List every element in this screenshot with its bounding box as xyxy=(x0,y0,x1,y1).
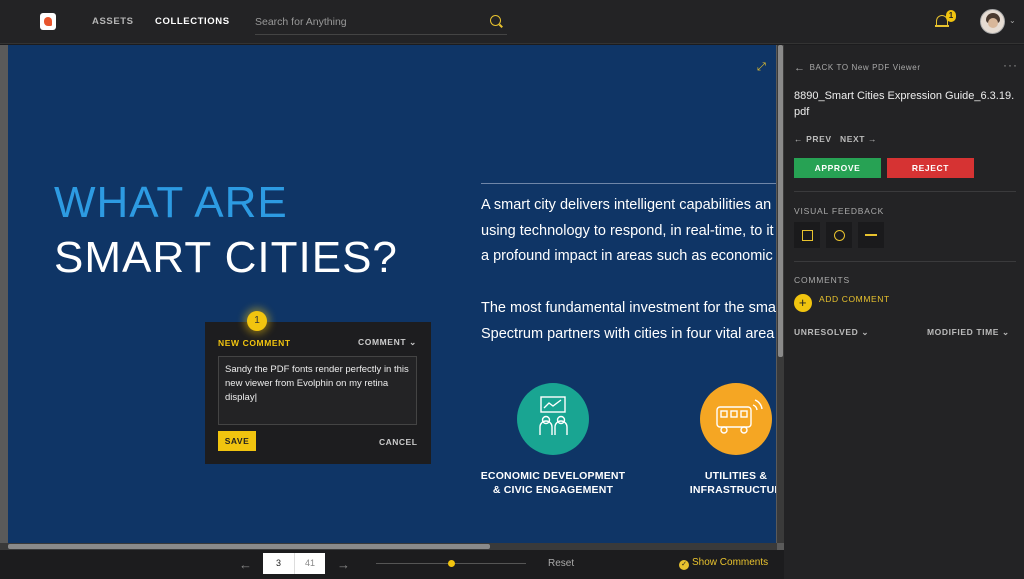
comment-type-select[interactable]: COMMENT ⌄ xyxy=(358,337,417,348)
paragraph-line: a profound impact in areas such as econo… xyxy=(481,248,773,264)
page-title-line2: SMART CITIES? xyxy=(54,233,398,282)
previous-page-arrow-icon[interactable]: ← xyxy=(239,557,252,572)
utilities-icon xyxy=(700,383,772,455)
prev-file-button[interactable]: ← PREV xyxy=(794,134,832,144)
page-number-input[interactable]: 3 41 xyxy=(263,553,325,574)
scrollbar-thumb[interactable] xyxy=(778,45,783,357)
next-label: NEXT xyxy=(840,134,866,144)
bottom-toolbar: ← 3 41 → Reset ✓ Show Comments xyxy=(0,550,784,579)
pdf-viewer: ⤢ WHAT ARE SMART CITIES? A smart city de… xyxy=(0,45,784,550)
page-title-line1: WHAT ARE xyxy=(54,178,288,227)
back-link[interactable]: ← BACK TO New PDF Viewer xyxy=(794,62,921,74)
vertical-scrollbar[interactable] xyxy=(777,45,784,543)
notification-badge: 1 xyxy=(946,10,956,22)
comment-type-label: COMMENT xyxy=(358,337,407,347)
visual-feedback-title: VISUAL FEEDBACK xyxy=(794,206,885,216)
top-bar: ASSETS COLLECTIONS 1 ⌄ xyxy=(0,0,1024,44)
status-filter-dropdown[interactable]: UNRESOLVED ⌄ xyxy=(794,327,869,338)
chevron-down-icon: ⌄ xyxy=(1002,327,1010,337)
caption-line: INFRASTRUCTUR xyxy=(689,484,776,496)
paragraph-investment: The most fundamental investment for the … xyxy=(481,296,776,347)
total-pages: 41 xyxy=(294,553,325,574)
paragraph-line: using technology to respond, in real-tim… xyxy=(481,222,774,239)
next-page-arrow-icon[interactable]: → xyxy=(337,557,350,572)
comment-popup: NEW COMMENT COMMENT ⌄ Sandy the PDF font… xyxy=(205,322,431,464)
reject-button[interactable]: REJECT xyxy=(887,158,974,178)
pdf-page[interactable]: ⤢ WHAT ARE SMART CITIES? A smart city de… xyxy=(8,45,776,543)
scrollbar-thumb[interactable] xyxy=(8,544,490,549)
ellipse-tool-icon[interactable] xyxy=(826,222,852,248)
divider xyxy=(481,183,776,184)
caption-line: & CIVIC ENGAGEMENT xyxy=(492,484,614,496)
economic-development-icon xyxy=(517,383,589,455)
app-logo[interactable] xyxy=(40,13,56,30)
chevron-down-icon: ⌄ xyxy=(409,337,417,347)
add-comment-label: ADD COMMENT xyxy=(819,294,890,304)
comment-marker[interactable]: 1 xyxy=(247,311,267,331)
divider xyxy=(794,261,1016,262)
save-button[interactable]: SAVE xyxy=(218,431,256,451)
rectangle-tool-icon[interactable] xyxy=(794,222,820,248)
sort-label: MODIFIED TIME xyxy=(927,327,1000,337)
caption-utilities: UTILITIES & INFRASTRUCTUR xyxy=(676,469,776,497)
paragraph-intro: A smart city delivers intelligent capabi… xyxy=(481,193,774,270)
nav-collections[interactable]: COLLECTIONS xyxy=(155,16,230,27)
plus-icon: + xyxy=(794,294,812,312)
review-panel: ← BACK TO New PDF Viewer ··· 8890_Smart C… xyxy=(784,45,1024,579)
caption-economic: ECONOMIC DEVELOPMENT & CIVIC ENGAGEMENT xyxy=(474,469,632,497)
reset-zoom-button[interactable]: Reset xyxy=(548,558,574,569)
search-input[interactable] xyxy=(255,10,475,34)
status-filter-label: UNRESOLVED xyxy=(794,327,859,337)
comment-popup-title: NEW COMMENT xyxy=(218,338,291,348)
cancel-button[interactable]: CANCEL xyxy=(379,437,417,447)
zoom-slider-handle[interactable] xyxy=(447,560,455,567)
arrow-left-icon: ← xyxy=(794,62,806,74)
nav-assets[interactable]: ASSETS xyxy=(92,16,134,27)
approve-button[interactable]: APPROVE xyxy=(794,158,881,178)
arrow-right-icon: → xyxy=(868,134,878,144)
add-comment-button[interactable]: + ADD COMMENT xyxy=(794,294,890,312)
chevron-down-icon: ⌄ xyxy=(861,327,870,337)
next-file-button[interactable]: NEXT → xyxy=(840,134,877,144)
paragraph-line: The most fundamental investment for the … xyxy=(481,300,776,316)
paragraph-line: Spectrum partners with cities in four vi… xyxy=(481,325,775,342)
arrow-left-icon: ← xyxy=(794,134,804,144)
caption-line: ECONOMIC DEVELOPMENT xyxy=(480,470,626,482)
paragraph-line: A smart city delivers intelligent capabi… xyxy=(481,197,772,213)
more-options-icon[interactable]: ··· xyxy=(1003,58,1018,72)
chevron-down-icon[interactable]: ⌄ xyxy=(1009,16,1016,25)
expand-icon[interactable]: ⤢ xyxy=(757,62,768,73)
search-icon[interactable] xyxy=(490,15,501,26)
back-label: BACK TO New PDF Viewer xyxy=(809,63,921,72)
prev-label: PREV xyxy=(806,134,832,144)
file-name: 8890_Smart Cities Expression Guide_6.3.1… xyxy=(794,90,1015,118)
line-tool-icon[interactable] xyxy=(858,222,884,248)
search-bar xyxy=(255,10,507,35)
comment-textarea[interactable]: Sandy the PDF fonts render perfectly in … xyxy=(218,356,417,425)
current-page[interactable]: 3 xyxy=(263,553,294,574)
comments-title: COMMENTS xyxy=(794,275,850,285)
caption-line: UTILITIES & xyxy=(704,470,768,482)
sort-dropdown[interactable]: MODIFIED TIME ⌄ xyxy=(927,327,1010,338)
show-comments-toggle[interactable]: ✓ Show Comments xyxy=(679,557,768,570)
avatar[interactable] xyxy=(980,9,1005,34)
horizontal-scrollbar[interactable] xyxy=(0,543,777,550)
show-comments-label: Show Comments xyxy=(692,557,769,568)
divider xyxy=(794,191,1016,192)
check-icon: ✓ xyxy=(679,560,689,570)
